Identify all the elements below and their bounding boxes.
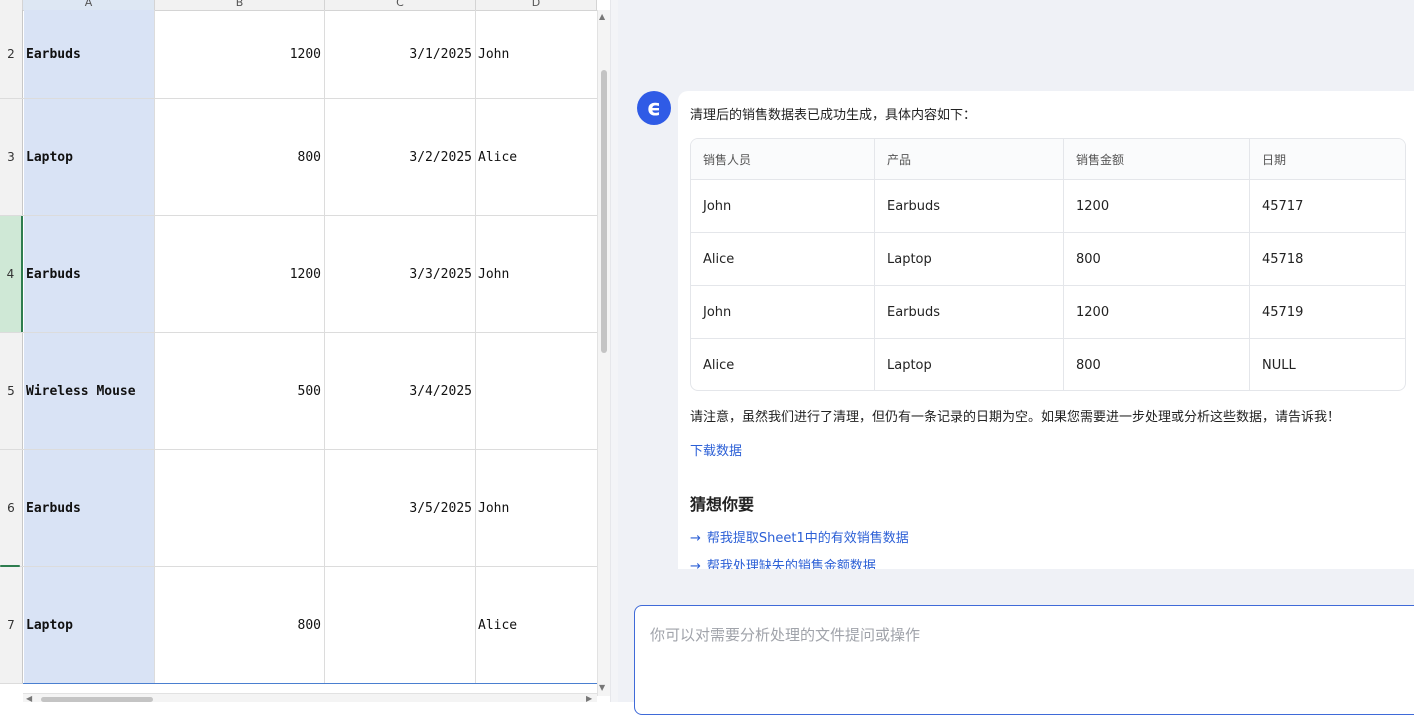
cell-a[interactable]: Laptop [24, 567, 155, 683]
cell-a[interactable]: Earbuds [24, 10, 155, 98]
table-header-cell: 产品 [875, 139, 1064, 179]
table-header-cell: 销售金额 [1064, 139, 1250, 179]
table-cell: Laptop [875, 233, 1064, 285]
table-cell: 45719 [1262, 304, 1304, 320]
column-header-d[interactable]: D [476, 0, 597, 10]
cell-b[interactable]: 500 [155, 333, 325, 449]
table-cell: 1200 [1064, 180, 1250, 232]
cell-d[interactable]: Alice [476, 567, 597, 683]
column-header-a[interactable]: A [23, 0, 155, 10]
suggestions-heading: 猜想你要 [690, 495, 755, 514]
arrow-right-icon: → [690, 559, 701, 569]
cell-b[interactable] [155, 450, 325, 566]
row-header[interactable]: 3 [0, 99, 23, 215]
message-note-text: 请注意，虽然我们进行了清理，但仍有一条记录的日期为空。如果您需要进一步处理或分析… [690, 410, 1341, 425]
assistant-avatar-icon: ϵ [637, 91, 671, 125]
sheet-row: 2 Earbuds 1200 3/1/2025 John [0, 10, 597, 99]
table-cell: John [691, 286, 875, 338]
scroll-left-icon[interactable]: ◀ [26, 694, 32, 702]
sheet-row: 4 Earbuds 1200 3/3/2025 John [0, 216, 597, 333]
download-data-link[interactable]: 下载数据 [690, 440, 742, 459]
table-row: Alice Laptop 800 NULL [691, 339, 1405, 390]
select-all-corner[interactable] [0, 0, 23, 10]
result-table: 销售人员 产品 销售金额 日期 John Earbuds 1200 45717 … [690, 138, 1406, 391]
table-cell: 1200 [1064, 286, 1250, 338]
cell-a[interactable]: Laptop [24, 99, 155, 215]
cell-b[interactable]: 800 [155, 99, 325, 215]
cell-c[interactable] [325, 567, 476, 683]
chat-input-box[interactable] [634, 605, 1414, 715]
column-header-b[interactable]: B [155, 0, 325, 10]
sheet-row: 3 Laptop 800 3/2/2025 Alice [0, 99, 597, 216]
table-cell: 45718 [1262, 251, 1304, 267]
sheet-row: 6 Earbuds 3/5/2025 John [0, 450, 597, 567]
table-cell: 800 [1064, 339, 1250, 390]
cell-d[interactable] [476, 333, 597, 449]
cell-d[interactable]: John [476, 10, 597, 98]
table-cell: Alice [691, 339, 875, 390]
table-row: John Earbuds 1200 45717 [691, 180, 1405, 233]
cell-a[interactable]: Earbuds [24, 216, 155, 332]
sheet-row: 5 Wireless Mouse 500 3/4/2025 [0, 333, 597, 450]
table-header-cell: 销售人员 [691, 139, 875, 179]
scroll-down-icon[interactable]: ▼ [599, 683, 605, 692]
cell-d[interactable]: John [476, 216, 597, 332]
table-cell: Earbuds [875, 180, 1064, 232]
cell-b[interactable]: 800 [155, 567, 325, 683]
cell-c[interactable]: 3/1/2025 [325, 10, 476, 98]
horizontal-scroll-thumb[interactable] [41, 697, 153, 702]
suggestion-text: 帮我处理缺失的销售金额数据 [706, 559, 876, 569]
table-cell: 800 [1064, 233, 1250, 285]
table-header-cell: 日期 [1262, 152, 1287, 167]
suggestion-link[interactable]: → 帮我处理缺失的销售金额数据 [690, 555, 876, 569]
table-cell: NULL [1262, 358, 1296, 373]
table-row: John Earbuds 1200 45719 [691, 286, 1405, 339]
arrow-right-icon: → [690, 531, 701, 546]
message-intro-text: 清理后的销售数据表已成功生成，具体内容如下： [690, 108, 977, 123]
cell-c[interactable]: 3/2/2025 [325, 99, 476, 215]
row-header[interactable]: 6 [0, 450, 23, 566]
suggestion-link[interactable]: → 帮我提取Sheet1中的有效销售数据 [690, 527, 909, 546]
table-header-row: 销售人员 产品 销售金额 日期 [691, 139, 1405, 180]
row-header[interactable]: 5 [0, 333, 23, 449]
cell-a[interactable]: Wireless Mouse [24, 333, 155, 449]
sheet-row: 7 Laptop 800 Alice [0, 567, 597, 684]
cell-b[interactable]: 1200 [155, 10, 325, 98]
cell-d[interactable]: John [476, 450, 597, 566]
cell-c[interactable]: 3/5/2025 [325, 450, 476, 566]
cell-d[interactable]: Alice [476, 99, 597, 215]
cell-c[interactable]: 3/4/2025 [325, 333, 476, 449]
row-header[interactable]: 7 [0, 567, 23, 683]
vertical-scroll-thumb[interactable] [601, 70, 607, 353]
row-header[interactable]: 2 [0, 10, 23, 98]
cell-c[interactable]: 3/3/2025 [325, 216, 476, 332]
chat-input[interactable] [650, 624, 1390, 684]
column-header-c[interactable]: C [325, 0, 476, 10]
table-cell: Alice [691, 233, 875, 285]
row-resize-handle[interactable] [0, 565, 20, 567]
table-cell: Earbuds [875, 286, 1064, 338]
table-row: Alice Laptop 800 45718 [691, 233, 1405, 286]
selection-border [23, 683, 597, 684]
table-cell: 45717 [1262, 198, 1304, 214]
suggestion-text: 帮我提取Sheet1中的有效销售数据 [706, 531, 909, 546]
cell-b[interactable]: 1200 [155, 216, 325, 332]
scroll-up-icon[interactable]: ▲ [599, 12, 605, 21]
cell-a[interactable]: Earbuds [24, 450, 155, 566]
scroll-right-icon[interactable]: ▶ [586, 694, 592, 702]
table-cell: Laptop [875, 339, 1064, 390]
table-cell: John [691, 180, 875, 232]
spreadsheet-pane: A B C D 2 Earbuds 1200 3/1/2025 John 3 L… [0, 0, 610, 702]
row-header-active[interactable]: 4 [0, 216, 23, 332]
